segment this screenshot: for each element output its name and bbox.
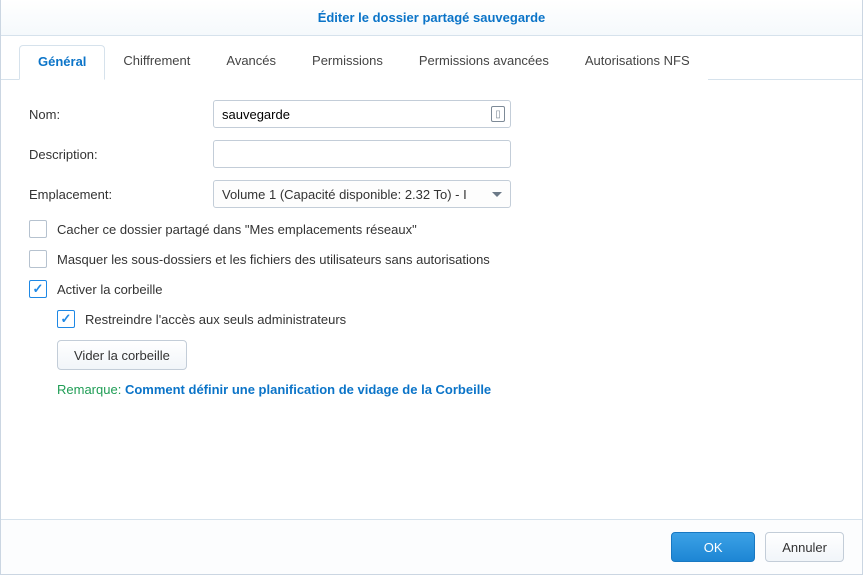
row-hide-network: ✓ Cacher ce dossier partagé dans "Mes em…	[29, 220, 834, 238]
label-hide-network: Cacher ce dossier partagé dans "Mes empl…	[57, 222, 417, 237]
dialog-footer: OK Annuler	[1, 519, 862, 574]
tab-nfs[interactable]: Autorisations NFS	[567, 45, 708, 80]
label-hide-unauth: Masquer les sous-dossiers et les fichier…	[57, 252, 490, 267]
checkbox-hide-unauth[interactable]: ✓	[29, 250, 47, 268]
dialog-tabs: Général Chiffrement Avancés Permissions …	[1, 36, 862, 80]
storage-icon: ▯	[491, 106, 505, 122]
label-restrict-admin: Restreindre l'accès aux seuls administra…	[85, 312, 346, 327]
tab-general[interactable]: Général	[19, 45, 105, 80]
ok-button[interactable]: OK	[671, 532, 755, 562]
remark-row: Remarque: Comment définir une planificat…	[57, 382, 834, 397]
checkbox-enable-trash[interactable]: ✓	[29, 280, 47, 298]
cancel-button[interactable]: Annuler	[765, 532, 844, 562]
location-selected-text: Volume 1 (Capacité disponible: 2.32 To) …	[222, 187, 467, 202]
remark-link[interactable]: Comment définir une planification de vid…	[125, 382, 491, 397]
checkbox-restrict-admin[interactable]: ✓	[57, 310, 75, 328]
location-label: Emplacement:	[29, 187, 213, 202]
description-input[interactable]	[213, 140, 511, 168]
tab-permissions[interactable]: Permissions	[294, 45, 401, 80]
label-enable-trash: Activer la corbeille	[57, 282, 163, 297]
tab-advanced[interactable]: Avancés	[208, 45, 294, 80]
dialog-body: Nom: ▯ Description: Emplacement: Volume …	[1, 80, 862, 519]
name-input[interactable]	[213, 100, 511, 128]
row-location: Emplacement: Volume 1 (Capacité disponib…	[29, 180, 834, 208]
checkbox-hide-network[interactable]: ✓	[29, 220, 47, 238]
tab-encryption[interactable]: Chiffrement	[105, 45, 208, 80]
location-select[interactable]: Volume 1 (Capacité disponible: 2.32 To) …	[213, 180, 511, 208]
row-name: Nom: ▯	[29, 100, 834, 128]
tab-advanced-permissions[interactable]: Permissions avancées	[401, 45, 567, 80]
description-label: Description:	[29, 147, 213, 162]
remark-label: Remarque:	[57, 382, 121, 397]
row-restrict-admin: ✓ Restreindre l'accès aux seuls administ…	[57, 310, 834, 328]
name-label: Nom:	[29, 107, 213, 122]
dialog-title: Éditer le dossier partagé sauvegarde	[318, 10, 546, 25]
row-hide-unauth: ✓ Masquer les sous-dossiers et les fichi…	[29, 250, 834, 268]
row-enable-trash: ✓ Activer la corbeille	[29, 280, 834, 298]
chevron-down-icon	[492, 192, 502, 197]
empty-trash-button[interactable]: Vider la corbeille	[57, 340, 187, 370]
dialog-title-bar: Éditer le dossier partagé sauvegarde	[1, 0, 862, 36]
row-description: Description:	[29, 140, 834, 168]
edit-shared-folder-dialog: Éditer le dossier partagé sauvegarde Gén…	[0, 0, 863, 575]
